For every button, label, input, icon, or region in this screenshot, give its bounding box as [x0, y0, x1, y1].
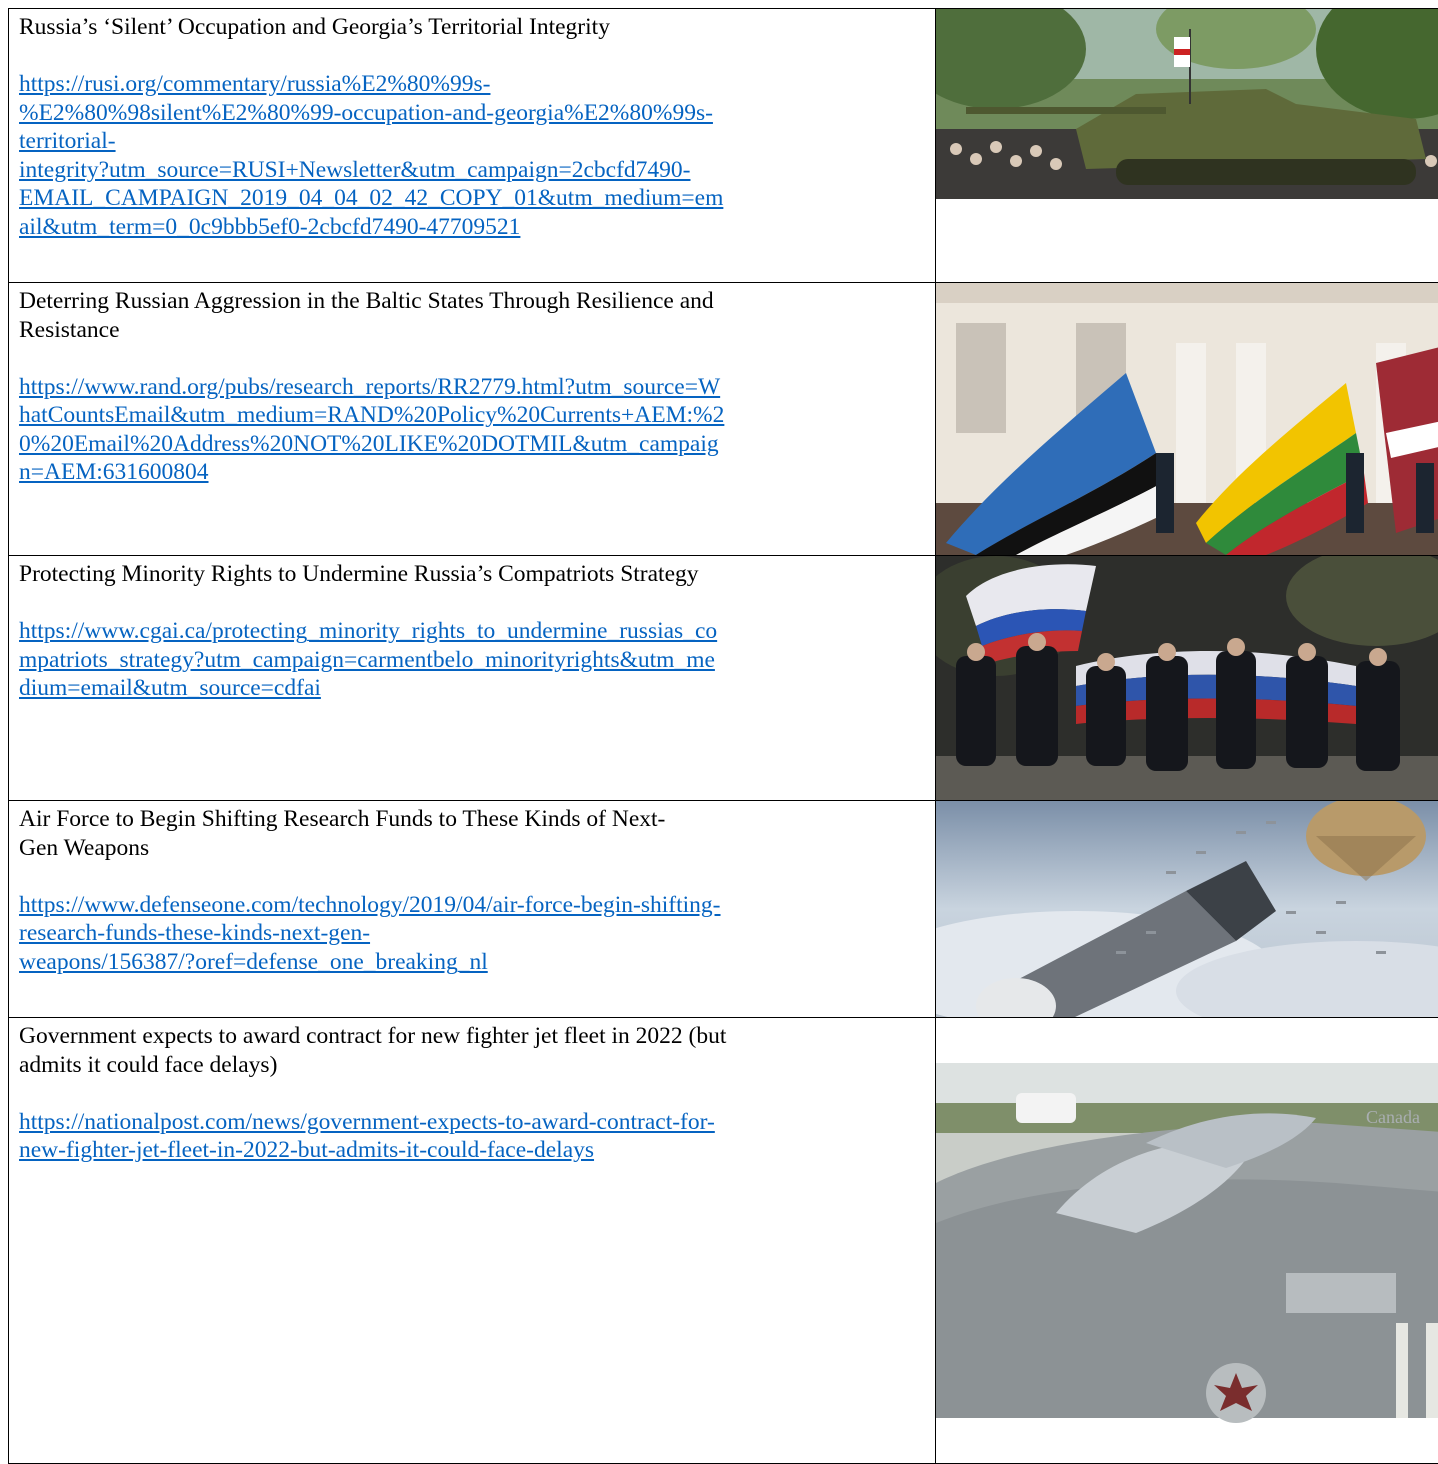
article-text-cell: Deterring Russian Aggression in the Balt…	[9, 283, 936, 556]
article-row: Russia’s ‘Silent’ Occupation and Georgia…	[9, 9, 1438, 283]
article-link[interactable]: https://www.cgai.ca/protecting_minority_…	[19, 618, 717, 701]
military-parade-tank-photo	[936, 9, 1438, 199]
article-row: Deterring Russian Aggression in the Balt…	[9, 283, 1438, 556]
article-row: Air Force to Begin Shifting Research Fun…	[9, 801, 1438, 1018]
article-link[interactable]: https://nationalpost.com/news/government…	[19, 1109, 715, 1164]
articles-table: Russia’s ‘Silent’ Occupation and Georgia…	[8, 8, 1438, 1464]
article-text-cell: Government expects to award contract for…	[9, 1018, 936, 1464]
article-text-cell: Russia’s ‘Silent’ Occupation and Georgia…	[9, 9, 936, 283]
article-title: Government expects to award contract for…	[19, 1022, 925, 1079]
article-link[interactable]: https://www.rand.org/pubs/research_repor…	[19, 374, 724, 486]
crowd-with-russian-flag-photo	[936, 556, 1438, 800]
article-text-cell: Protecting Minority Rights to Undermine …	[9, 556, 936, 801]
article-row: Government expects to award contract for…	[9, 1018, 1438, 1464]
article-row: Protecting Minority Rights to Undermine …	[9, 556, 1438, 801]
fighter-jets-cockpit-photo: Canada	[936, 1063, 1438, 1463]
aircraft-marking-text: Canada	[1366, 1107, 1420, 1127]
article-image-cell	[936, 9, 1438, 283]
article-image-cell: Canada	[936, 1018, 1438, 1464]
missile-drone-swarm-render	[936, 801, 1438, 1017]
article-link[interactable]: https://rusi.org/commentary/russia%E2%80…	[19, 71, 723, 240]
article-title: Deterring Russian Aggression in the Balt…	[19, 287, 925, 344]
article-title: Air Force to Begin Shifting Research Fun…	[19, 805, 925, 862]
article-image-cell	[936, 283, 1438, 556]
article-text-cell: Air Force to Begin Shifting Research Fun…	[9, 801, 936, 1018]
baltic-flags-ceremony-photo	[936, 283, 1438, 555]
article-link[interactable]: https://www.defenseone.com/technology/20…	[19, 892, 721, 975]
article-image-cell	[936, 801, 1438, 1018]
article-title: Russia’s ‘Silent’ Occupation and Georgia…	[19, 13, 925, 42]
article-title: Protecting Minority Rights to Undermine …	[19, 560, 925, 589]
article-image-cell	[936, 556, 1438, 801]
